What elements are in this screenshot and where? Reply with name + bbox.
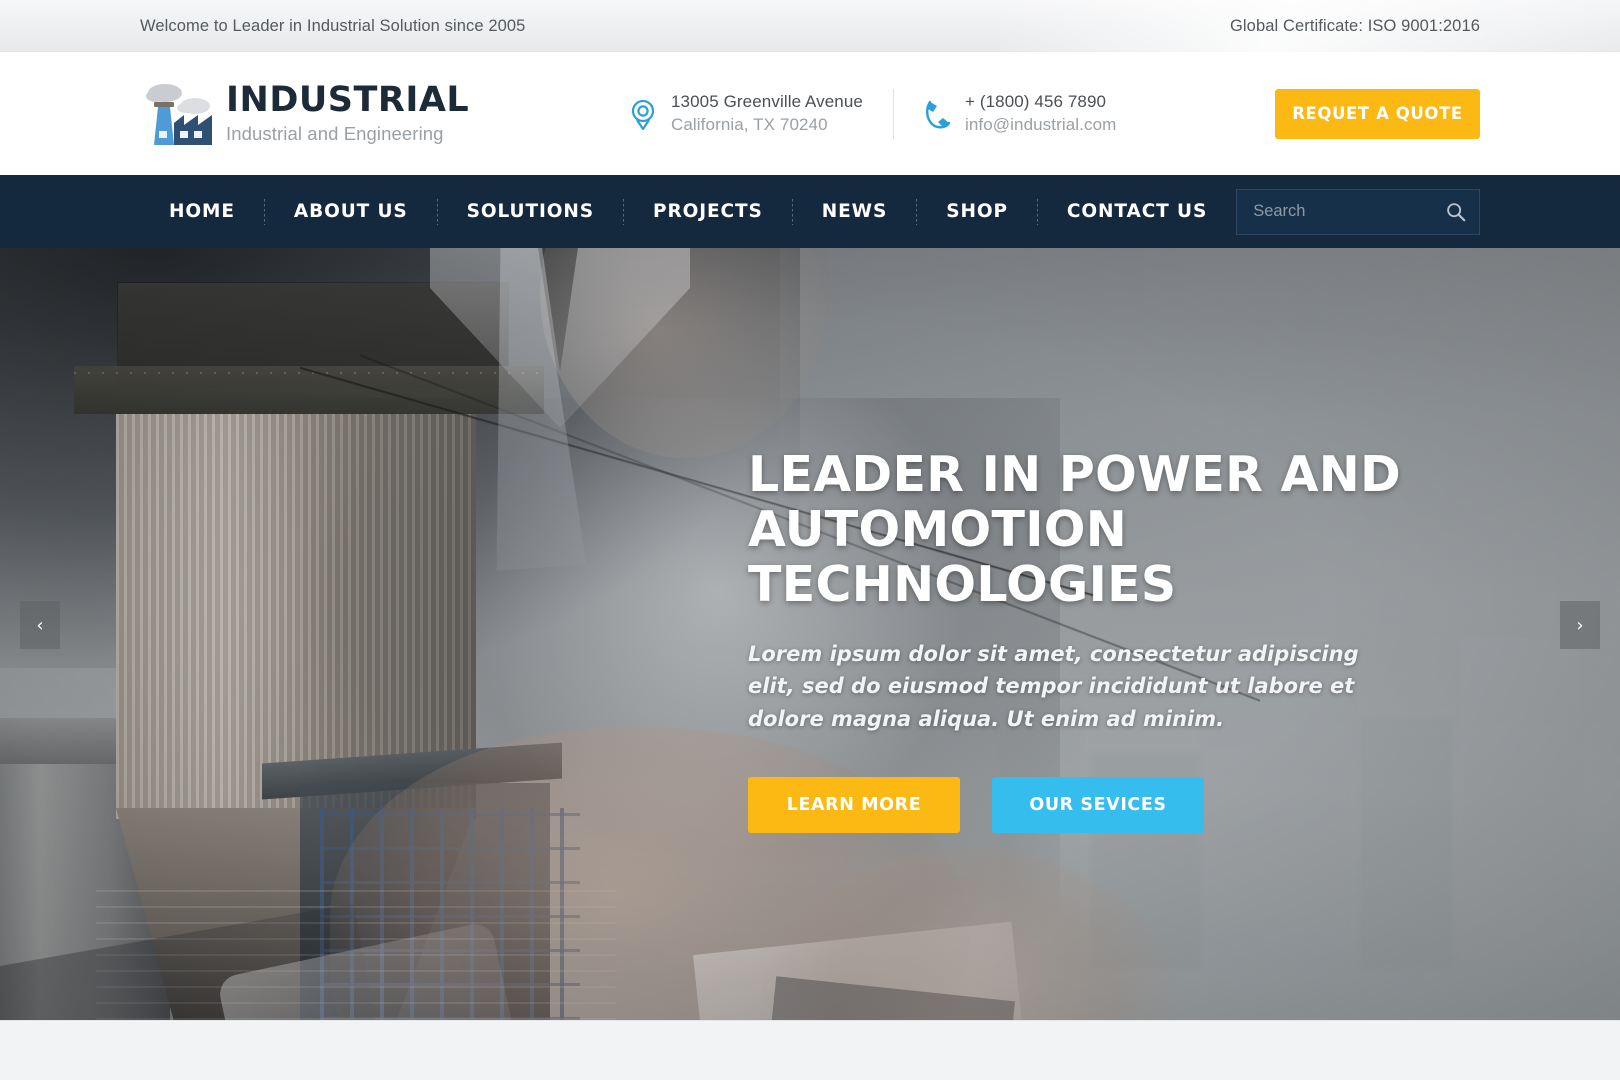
main-navigation-bar: HOME ABOUT US SOLUTIONS PROJECTS NEWS SH… [0, 175, 1620, 248]
top-utility-bar: Welcome to Leader in Industrial Solution… [0, 0, 1620, 52]
contact-divider [892, 88, 894, 139]
hero-slider: LEADER IN POWER AND AUTOMOTION TECHNOLOG… [0, 248, 1620, 1020]
factory-icon [140, 81, 212, 147]
slider-next-arrow-icon[interactable]: › [1560, 601, 1600, 649]
phone-block: + (1800) 456 7890 info@industrial.com [922, 91, 1116, 137]
phone-number: + (1800) 456 7890 [964, 91, 1107, 111]
brand-title: INDUSTRIAL [226, 80, 470, 121]
nav-item-about-us[interactable]: ABOUT US [265, 201, 437, 222]
header-contact-info: 13005 Greenville Avenue California, TX 7… [570, 88, 1275, 139]
nav-item-shop[interactable]: SHOP [917, 201, 1037, 222]
nav-item-projects[interactable]: PROJECTS [624, 201, 792, 222]
search-icon[interactable] [1443, 199, 1469, 225]
nav-item-contact-us[interactable]: CONTACT US [1038, 201, 1236, 222]
nav-item-solutions[interactable]: SOLUTIONS [438, 201, 623, 222]
slider-prev-arrow-icon[interactable]: ‹ [20, 601, 60, 649]
learn-more-button[interactable]: LEARN MORE [748, 777, 960, 834]
hero-title-line-1: LEADER IN POWER AND [748, 446, 1402, 503]
site-header: INDUSTRIAL Industrial and Engineering 13 [0, 52, 1620, 175]
hero-cta-group: LEARN MORE OUR SEVICES [748, 777, 1478, 834]
page-root: Welcome to Leader in Industrial Solution… [0, 0, 1620, 1080]
brand-logo[interactable]: INDUSTRIAL Industrial and Engineering [140, 81, 570, 147]
brand-subtitle: Industrial and Engineering [226, 123, 444, 145]
hero-title: LEADER IN POWER AND AUTOMOTION TECHNOLOG… [748, 446, 1478, 613]
hero-description: Lorem ipsum dolor sit amet, consectetur … [748, 641, 1359, 731]
request-quote-button[interactable]: REQUET A QUOTE [1275, 88, 1480, 139]
nav-item-home[interactable]: HOME [140, 201, 264, 222]
phone-icon [922, 98, 952, 130]
address-line-2: California, TX 70240 [671, 114, 828, 134]
location-pin-icon [628, 98, 658, 131]
nav-item-news[interactable]: NEWS [793, 201, 916, 222]
below-hero-section [0, 1020, 1620, 1080]
hero-title-line-2: AUTOMOTION TECHNOLOGIES [748, 500, 1177, 613]
email-address: info@industrial.com [964, 114, 1117, 134]
certificate-label: Global Certificate: ISO 9001:2016 [1229, 16, 1480, 35]
hero-content: LEADER IN POWER AND AUTOMOTION TECHNOLOG… [748, 446, 1478, 834]
address-line-1: 13005 Greenville Avenue [671, 91, 863, 111]
search-box[interactable] [1236, 188, 1480, 235]
our-services-button[interactable]: OUR SEVICES [992, 777, 1204, 834]
welcome-message: Welcome to Leader in Industrial Solution… [140, 16, 526, 35]
primary-menu: HOME ABOUT US SOLUTIONS PROJECTS NEWS SH… [140, 175, 1236, 248]
address-block: 13005 Greenville Avenue California, TX 7… [628, 91, 863, 137]
